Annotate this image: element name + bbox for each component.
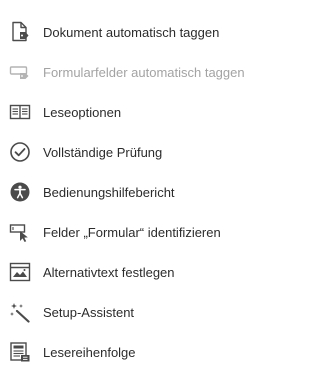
menu-item-accessibility-report[interactable]: Bedienungshilfebericht [0,172,278,212]
menu-item-label: Bedienungshilfebericht [43,185,175,200]
menu-item-label: Formularfelder automatisch taggen [43,65,245,80]
menu-item-label: Lesereihenfolge [43,345,136,360]
book-reading-icon [9,101,31,123]
menu-item-label: Alternativtext festlegen [43,265,175,280]
menu-item-reading-order[interactable]: Lesereihenfolge [0,332,278,372]
accessibility-person-icon [9,181,31,203]
magic-wand-icon [9,301,31,323]
menu-item-identify-form-fields[interactable]: Felder „Formular“ identifizieren [0,212,278,252]
menu-item-setup-assistant[interactable]: Setup-Assistent [0,292,278,332]
menu-item-reading-options[interactable]: Leseoptionen [0,92,278,132]
menu-item-label: Setup-Assistent [43,305,135,320]
menu-item-autotag-document[interactable]: Dokument automatisch taggen [0,12,278,52]
check-circle-icon [9,141,31,163]
menu-item-autotag-form-fields[interactable]: Formularfelder automatisch taggen [0,52,278,92]
menu-item-label: Vollständige Prüfung [43,145,163,160]
reading-order-icon [9,341,31,363]
menu-item-label: Dokument automatisch taggen [43,25,220,40]
menu-item-label: Leseoptionen [43,105,122,120]
menu-item-full-check[interactable]: Vollständige Prüfung [0,132,278,172]
image-alt-text-icon [9,261,31,283]
document-tag-icon [9,21,31,43]
accessibility-tools-menu: Dokument automatisch taggen Formularfeld… [0,12,278,372]
menu-item-set-alt-text[interactable]: Alternativtext festlegen [0,252,278,292]
form-cursor-icon [9,221,31,243]
form-field-tag-icon [9,61,31,83]
menu-item-label: Felder „Formular“ identifizieren [43,225,221,240]
